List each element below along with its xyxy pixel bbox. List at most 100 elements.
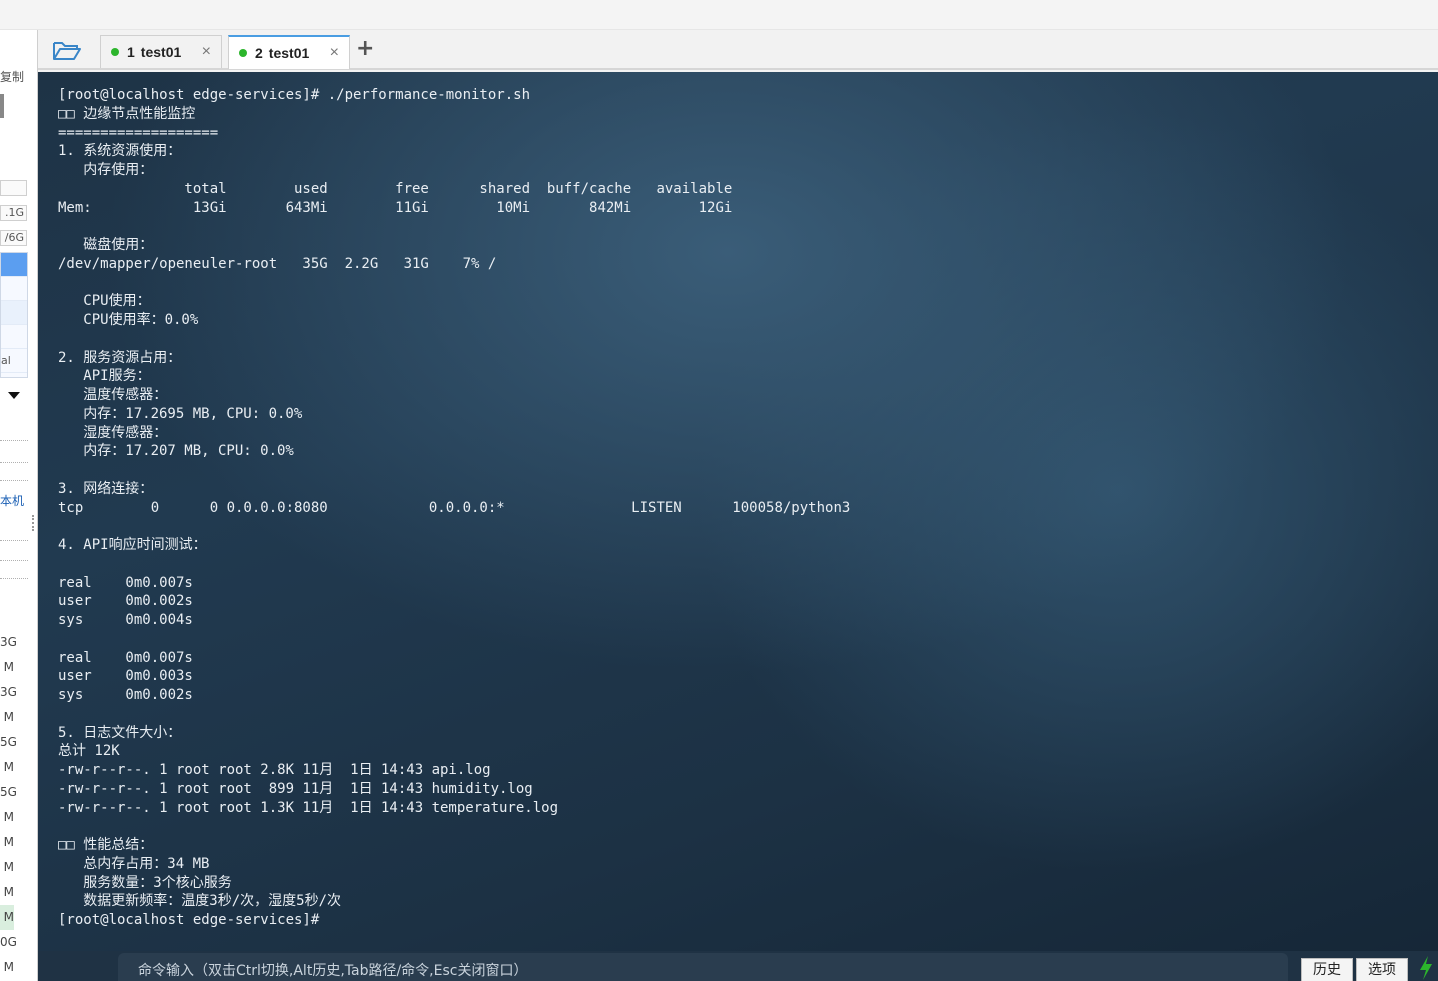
chevron-down-icon[interactable] <box>8 392 20 399</box>
add-tab-button[interactable]: + <box>356 38 374 60</box>
terminal-line: -rw-r--r--. 1 root root 2.8K 11月 1日 14:4… <box>58 762 491 778</box>
dotted-divider <box>0 462 28 463</box>
tab-session-2[interactable]: 2 test01 × <box>228 35 350 69</box>
terminal-line: real 0m0.007s <box>58 649 193 666</box>
list-item[interactable]: al <box>1 349 27 373</box>
lightning-icon[interactable] <box>1418 955 1434 981</box>
top-strip <box>0 0 1438 30</box>
terminal-line: □□ 性能总结： <box>58 837 154 853</box>
terminal-line: Mem: 13Gi 643Mi 11Gi 10Mi 842Mi 12Gi <box>58 199 733 216</box>
close-icon[interactable]: × <box>202 43 211 61</box>
history-button[interactable]: 历史 <box>1301 958 1353 981</box>
size-cell: M <box>3 960 14 974</box>
terminal-line: □□ 边缘节点性能监控 <box>58 105 196 122</box>
size-cell: M <box>3 860 14 874</box>
size-cell: M <box>3 660 14 674</box>
size-cell: 5G <box>0 785 17 799</box>
terminal-line: -rw-r--r--. 1 root root 899 11月 1日 14:43… <box>58 780 533 797</box>
dotted-divider <box>0 480 28 481</box>
terminal-line: 数据更新频率：温度3秒/次，湿度5秒/次 <box>58 893 341 910</box>
options-button[interactable]: 选项 <box>1356 958 1408 981</box>
size-cell: M <box>3 885 14 899</box>
terminal-output[interactable]: [root@localhost edge-services]# ./perfor… <box>38 72 1438 981</box>
terminal-line: /dev/mapper/openeuler-root 35G 2.2G 31G … <box>58 255 497 272</box>
terminal-line: 内存：17.207 MB, CPU: 0.0% <box>58 443 294 460</box>
sidebar-field-empty[interactable] <box>0 180 27 196</box>
terminal-line: 4. API响应时间测试： <box>58 537 207 553</box>
terminal-line: total used free shared buff/cache availa… <box>58 180 733 197</box>
terminal-line: 内存：17.2695 MB, CPU: 0.0% <box>58 405 303 422</box>
size-cell: M <box>3 710 14 724</box>
size-cell: M <box>3 835 14 849</box>
close-icon[interactable]: × <box>330 44 339 62</box>
terminal-line: 3. 网络连接： <box>58 480 154 497</box>
terminal-line: user 0m0.002s <box>58 593 193 610</box>
dotted-divider <box>0 578 28 579</box>
terminal-line: CPU使用率：0.0% <box>58 312 199 328</box>
local-machine-link[interactable]: 本机 <box>0 492 24 509</box>
terminal-line: sys 0m0.002s <box>58 687 193 703</box>
terminal-line: API服务： <box>58 368 151 385</box>
size-cell: 5G <box>0 735 17 749</box>
terminal-line: 湿度传感器： <box>58 424 168 441</box>
sidebar-list[interactable]: al <box>0 252 28 378</box>
terminal-line: real 0m0.007s <box>58 574 193 591</box>
sidebar-divider <box>0 94 4 118</box>
tab-number: 1 <box>127 44 135 60</box>
size-cell: M <box>3 810 14 824</box>
sidebar-field-2[interactable]: /6G <box>0 230 27 246</box>
terminal-line: 温度传感器： <box>58 387 168 403</box>
terminal-lines: [root@localhost edge-services]# ./perfor… <box>58 86 850 930</box>
dotted-divider <box>0 440 28 441</box>
terminal-line: CPU使用： <box>58 293 151 310</box>
open-folder-icon[interactable] <box>52 40 82 62</box>
terminal-line: 服务数量：3个核心服务 <box>58 874 232 891</box>
list-item[interactable] <box>1 325 27 349</box>
command-bar: 命令输入（双击Ctrl切换,Alt历史,Tab路径/命令,Esc关闭窗口） 历史… <box>38 951 1438 981</box>
size-cell: 3G <box>0 635 17 649</box>
terminal-line: [root@localhost edge-services]# <box>58 912 320 928</box>
terminal-line: user 0m0.003s <box>58 668 193 685</box>
sidebar-field-1[interactable]: .1G <box>0 205 27 221</box>
terminal-line: -rw-r--r--. 1 root root 1.3K 11月 1日 14:4… <box>58 799 559 816</box>
terminal-line: 总内存占用：34 MB <box>58 855 210 872</box>
command-input-placeholder: 命令输入（双击Ctrl切换,Alt历史,Tab路径/命令,Esc关闭窗口） <box>138 963 528 979</box>
terminal-line: 1. 系统资源使用： <box>58 143 182 160</box>
terminal-line: 5. 日志文件大小： <box>58 724 182 741</box>
terminal-line: 内存使用： <box>58 162 154 178</box>
size-cell: M <box>0 905 14 930</box>
connected-status-icon <box>111 48 119 56</box>
size-cell: M <box>3 760 14 774</box>
terminal-line: 磁盘使用： <box>58 237 154 253</box>
list-item[interactable] <box>1 253 27 277</box>
terminal-line: tcp 0 0 0.0.0.0:8080 0.0.0.0:* LISTEN 10… <box>58 499 851 516</box>
copy-label[interactable]: 复制 <box>0 68 24 85</box>
size-cell: 3G <box>0 685 17 699</box>
sidebar-panel: 复制 .1G /6G al 本机 3G M 3G M 5G M 5G M M M… <box>0 30 38 981</box>
dotted-divider <box>0 540 28 541</box>
size-cell: 0G <box>0 935 17 949</box>
dotted-divider <box>0 560 28 561</box>
size-column: 3G M 3G M 5G M 5G M M M M M 0G M <box>0 630 17 980</box>
resize-grip-icon[interactable] <box>32 515 35 531</box>
terminal-line: 2. 服务资源占用： <box>58 349 182 366</box>
list-item[interactable] <box>1 301 27 325</box>
terminal-line: 总计 12K <box>58 743 120 760</box>
tab-session-1[interactable]: 1 test01 × <box>100 35 222 68</box>
terminal-line: [root@localhost edge-services]# ./perfor… <box>58 87 531 103</box>
tab-label: test01 <box>268 45 310 61</box>
list-item[interactable] <box>1 277 27 301</box>
terminal-line: =================== <box>58 124 219 141</box>
session-tab-bar: 1 test01 × 2 test01 × + <box>38 30 1438 70</box>
tab-number: 2 <box>255 45 263 61</box>
app-window: 复制 .1G /6G al 本机 3G M 3G M 5G M 5G M M M… <box>0 0 1438 981</box>
